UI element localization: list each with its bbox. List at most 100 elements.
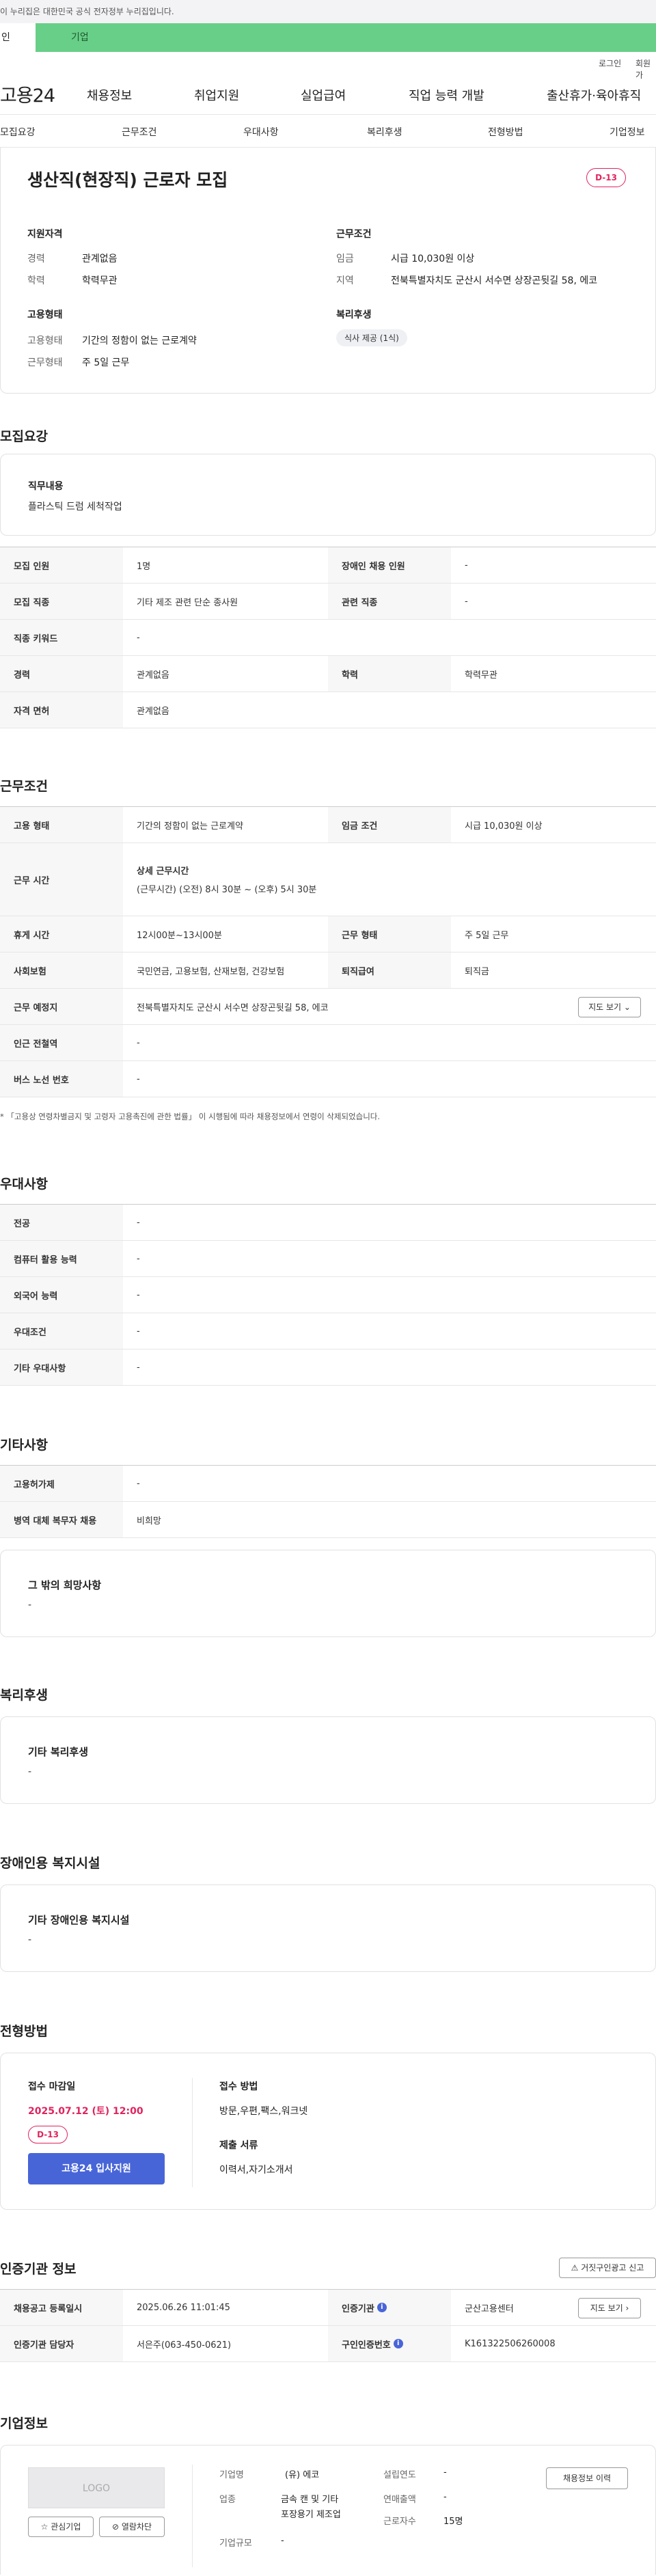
section-title-certification: 인증기관 정보 <box>0 2262 77 2277</box>
emp-heading: 고용형태 <box>27 310 63 320</box>
table-cell: - <box>137 1478 140 1489</box>
recruit-table: 모집 인원 1명 장애인 채용 인원 - 모집 직종 기타 제조 관련 단순 종… <box>0 547 656 728</box>
table-cell: - <box>137 1073 140 1084</box>
extra-wishes-label: 그 밖의 희망사항 <box>28 1579 102 1591</box>
table-header: 직종 키워드 <box>0 620 123 655</box>
table-row: 컴퓨터 활용 능력 - <box>0 1241 656 1277</box>
disability-value: - <box>28 1934 32 1945</box>
site-logo[interactable]: 고용24 <box>0 81 55 107</box>
tab-individual[interactable]: 인 <box>0 23 36 52</box>
industry-value-2: 포장용기 제조업 <box>281 2510 341 2520</box>
cert-number-label: 구인인증번호 <box>342 2340 391 2351</box>
login-link[interactable]: 로그인 <box>599 57 621 69</box>
block-view-button[interactable]: ⊘ 열람차단 <box>99 2517 165 2537</box>
table-header: 휴게 시간 <box>0 916 123 952</box>
sales-value: - <box>443 2492 447 2502</box>
process-box: 접수 마감일 2025.07.12 (토) 12:00 D-13 고용24 입사… <box>0 2053 656 2210</box>
info-icon[interactable]: i <box>377 2303 387 2312</box>
table-cell: 기타 제조 관련 단순 종사원 <box>137 597 238 608</box>
table-row: 외국어 능력 - <box>0 1277 656 1313</box>
table-cell: 학력무관 <box>465 670 497 681</box>
section-link-company[interactable]: 기업정보 <box>610 125 645 139</box>
favorite-company-button[interactable]: ☆ 관심기업 <box>28 2517 94 2537</box>
table-cell: 주 5일 근무 <box>465 930 509 941</box>
table-row: 인근 전철역 - <box>0 1025 656 1061</box>
block-view-label: 열람차단 <box>121 2522 152 2532</box>
nav-employment-support[interactable]: 취업지원 <box>194 86 239 104</box>
map-view-button[interactable]: 지도 보기 ⌄ <box>578 997 641 1017</box>
table-header: 경력 <box>0 656 123 691</box>
table-header: 장애인 채용 인원 <box>328 547 451 583</box>
table-cell: 비희망 <box>137 1516 161 1526</box>
nav-jobs[interactable]: 채용정보 <box>87 86 132 104</box>
table-row: 채용공고 등록일시 2025.06.26 11:01:45 인증기관 i 군산고용… <box>0 2290 656 2326</box>
duty-label: 직무내용 <box>28 481 64 492</box>
company-size-label: 기업규모 <box>219 2538 252 2549</box>
block-icon: ⊘ <box>111 2522 120 2532</box>
preferences-table: 전공 - 컴퓨터 활용 능력 - 외국어 능력 - 우대조건 - 기타 우대사항 - <box>0 1204 656 1386</box>
table-header: 임금 조건 <box>328 807 451 842</box>
table-header: 고용 형태 <box>0 807 123 842</box>
table-cell: 국민연금, 고용보험, 산재보험, 건강보험 <box>137 966 285 977</box>
table-cell: 군산고용센터 <box>465 2303 514 2314</box>
table-cell: - <box>465 596 468 607</box>
section-link-process[interactable]: 전형방법 <box>488 125 523 139</box>
table-header: 고용허가제 <box>0 1466 123 1501</box>
table-row: 고용허가제 - <box>0 1466 656 1502</box>
section-link-conditions[interactable]: 근무조건 <box>122 125 157 139</box>
duty-box: 직무내용 플라스틱 드럼 세척작업 <box>0 454 656 536</box>
agency-map-label: 지도 보기 <box>590 2303 623 2313</box>
table-row: 우대조건 - <box>0 1313 656 1349</box>
report-fake-ad-button[interactable]: ⚠ 거짓구인광고 신고 <box>559 2258 656 2278</box>
table-cell: 서은주(063-450-0621) <box>137 2340 232 2351</box>
map-view-label: 지도 보기 <box>588 1002 622 1012</box>
nav-unemployment-benefit[interactable]: 실업급여 <box>301 86 346 104</box>
career-value: 관계없음 <box>82 254 118 264</box>
nav-parental-leave[interactable]: 출산휴가·육아휴직 <box>547 86 641 104</box>
table-cell: 12시00분~13시00분 <box>137 930 222 941</box>
founded-value: - <box>443 2467 447 2478</box>
wage-label: 임금 <box>336 254 354 264</box>
area-value: 전북특별자치도 군산시 서수면 상장곤뒷길 58, 에코 <box>391 275 598 286</box>
docs-label: 제출 서류 <box>219 2140 258 2151</box>
table-row: 병역 대체 복무자 채용 비희망 <box>0 1502 656 1538</box>
section-title-disability: 장애인용 복지시설 <box>0 1856 100 1871</box>
sales-label: 연매출액 <box>383 2495 416 2505</box>
company-logo-placeholder: LOGO <box>28 2467 165 2508</box>
table-cell: - <box>137 1326 140 1337</box>
section-link-welfare[interactable]: 복리후생 <box>367 125 402 139</box>
table-cell: 1명 <box>137 561 151 572</box>
work-days-label: 근무형태 <box>27 357 63 368</box>
edu-label: 학력 <box>27 275 45 286</box>
table-header: 인증기관 담당자 <box>0 2326 123 2361</box>
disability-label: 기타 장애인용 복지시설 <box>28 1914 130 1926</box>
agency-map-button[interactable]: 지도 보기 › <box>578 2298 641 2318</box>
certification-table: 채용공고 등록일시 2025.06.26 11:01:45 인증기관 i 군산고용… <box>0 2289 656 2362</box>
table-header: 관련 직종 <box>328 584 451 619</box>
table-cell: - <box>137 632 140 643</box>
conditions-table: 고용 형태 기간의 정함이 없는 근로계약 임금 조건 시급 10,030원 이… <box>0 806 656 1104</box>
job-history-button[interactable]: 채용정보 이력 <box>546 2467 628 2489</box>
section-title-process: 전형방법 <box>0 2024 48 2039</box>
table-cell: 관계없음 <box>137 706 169 717</box>
table-cell: 기간의 정함이 없는 근로계약 <box>137 821 243 832</box>
report-icon: ⚠ <box>571 2263 579 2273</box>
section-link-preferences[interactable]: 우대사항 <box>243 125 279 139</box>
apply-button[interactable]: 고용24 입사지원 <box>28 2153 165 2184</box>
table-cell: 전북특별자치도 군산시 서수면 상장곤뒷길 58, 에코 <box>137 1002 329 1013</box>
info-icon[interactable]: i <box>393 2339 403 2348</box>
extra-wishes-box: 그 밖의 희망사항 - <box>0 1550 656 1637</box>
divider <box>192 2078 193 2187</box>
company-size-value: - <box>281 2536 284 2546</box>
table-header: 버스 노선 번호 <box>0 1061 123 1097</box>
welfare-pill: 식사 제공 (1식) <box>336 329 407 346</box>
welfare-value: - <box>28 1766 32 1777</box>
section-title-recruit: 모집요강 <box>0 429 48 444</box>
nav-vocational-training[interactable]: 직업 능력 개발 <box>409 86 484 104</box>
work-days-value: 주 5일 근무 <box>82 357 130 368</box>
section-link-recruit[interactable]: 모집요강 <box>0 125 36 139</box>
docs-value: 이력서,자기소개서 <box>219 2165 293 2176</box>
tab-company[interactable]: 기업 <box>71 23 89 52</box>
chevron-down-icon: ⌄ <box>623 1002 631 1012</box>
founded-label: 설립연도 <box>383 2470 416 2480</box>
